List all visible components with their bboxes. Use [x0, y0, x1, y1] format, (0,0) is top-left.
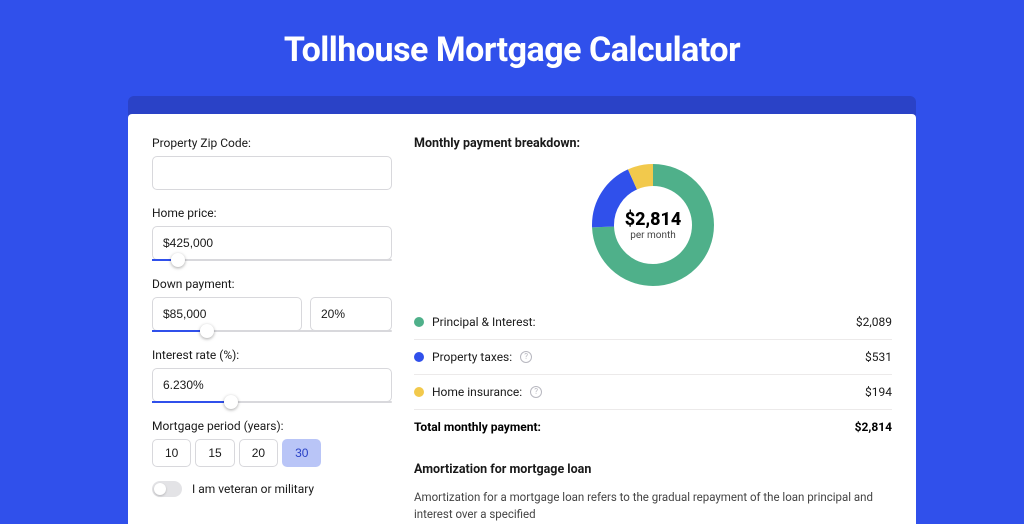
slider-thumb[interactable]	[200, 324, 214, 338]
legend-row: Home insurance:? $194	[414, 375, 892, 410]
amortization-section: Amortization for mortgage loan Amortizat…	[414, 462, 892, 524]
down-payment-field-group: Down payment:	[152, 277, 392, 332]
interest-rate-input[interactable]	[152, 368, 392, 402]
period-btn-15[interactable]: 15	[195, 439, 234, 467]
info-icon[interactable]: ?	[520, 351, 532, 363]
legend-label: Principal & Interest:	[432, 315, 536, 329]
zip-field-group: Property Zip Code:	[152, 136, 392, 190]
amortization-body: Amortization for a mortgage loan refers …	[414, 489, 892, 524]
donut-chart: $2,814 per month	[591, 163, 715, 287]
page-title: Tollhouse Mortgage Calculator	[0, 0, 1024, 96]
legend-dot	[414, 387, 424, 397]
donut-amount: $2,814	[625, 209, 682, 230]
legend-dot	[414, 352, 424, 362]
legend-row: Property taxes:? $531	[414, 340, 892, 375]
legend-value: $531	[865, 350, 892, 364]
legend-label: Home insurance:	[432, 385, 522, 399]
down-payment-percent-input[interactable]	[310, 297, 392, 331]
interest-rate-field-group: Interest rate (%):	[152, 348, 392, 403]
period-btn-10[interactable]: 10	[152, 439, 191, 467]
legend-row: Principal & Interest: $2,089	[414, 305, 892, 340]
down-payment-label: Down payment:	[152, 277, 392, 291]
slider-thumb[interactable]	[224, 395, 238, 409]
amortization-title: Amortization for mortgage loan	[414, 462, 892, 477]
veteran-label: I am veteran or military	[192, 482, 314, 496]
home-price-input[interactable]	[152, 226, 392, 260]
down-payment-amount-input[interactable]	[152, 297, 302, 331]
input-panel: Property Zip Code: Home price: Down paym…	[152, 136, 392, 524]
donut-chart-wrap: $2,814 per month	[414, 163, 892, 287]
interest-rate-slider[interactable]	[152, 401, 392, 403]
donut-sublabel: per month	[630, 230, 676, 241]
interest-rate-label: Interest rate (%):	[152, 348, 392, 362]
zip-label: Property Zip Code:	[152, 136, 392, 150]
total-label: Total monthly payment:	[414, 420, 541, 434]
period-label: Mortgage period (years):	[152, 419, 392, 433]
info-icon[interactable]: ?	[530, 386, 542, 398]
legend-value: $194	[865, 385, 892, 399]
down-payment-slider[interactable]	[152, 330, 392, 332]
total-value: $2,814	[855, 420, 892, 434]
legend-value: $2,089	[856, 315, 892, 329]
total-row: Total monthly payment: $2,814	[414, 410, 892, 444]
calculator-card: Property Zip Code: Home price: Down paym…	[128, 114, 916, 524]
legend-label: Property taxes:	[432, 350, 512, 364]
period-btn-20[interactable]: 20	[239, 439, 278, 467]
slider-thumb[interactable]	[171, 253, 185, 267]
home-price-label: Home price:	[152, 206, 392, 220]
breakdown-title: Monthly payment breakdown:	[414, 136, 892, 151]
veteran-toggle-row: I am veteran or military	[152, 481, 392, 497]
veteran-toggle[interactable]	[152, 481, 182, 497]
zip-input[interactable]	[152, 156, 392, 190]
card-shadow: Property Zip Code: Home price: Down paym…	[128, 96, 916, 524]
period-field-group: Mortgage period (years): 10152030	[152, 419, 392, 467]
home-price-slider[interactable]	[152, 259, 392, 261]
period-btn-30[interactable]: 30	[282, 439, 321, 467]
home-price-field-group: Home price:	[152, 206, 392, 261]
legend-dot	[414, 317, 424, 327]
breakdown-panel: Monthly payment breakdown: $2,814 per mo…	[414, 136, 892, 524]
